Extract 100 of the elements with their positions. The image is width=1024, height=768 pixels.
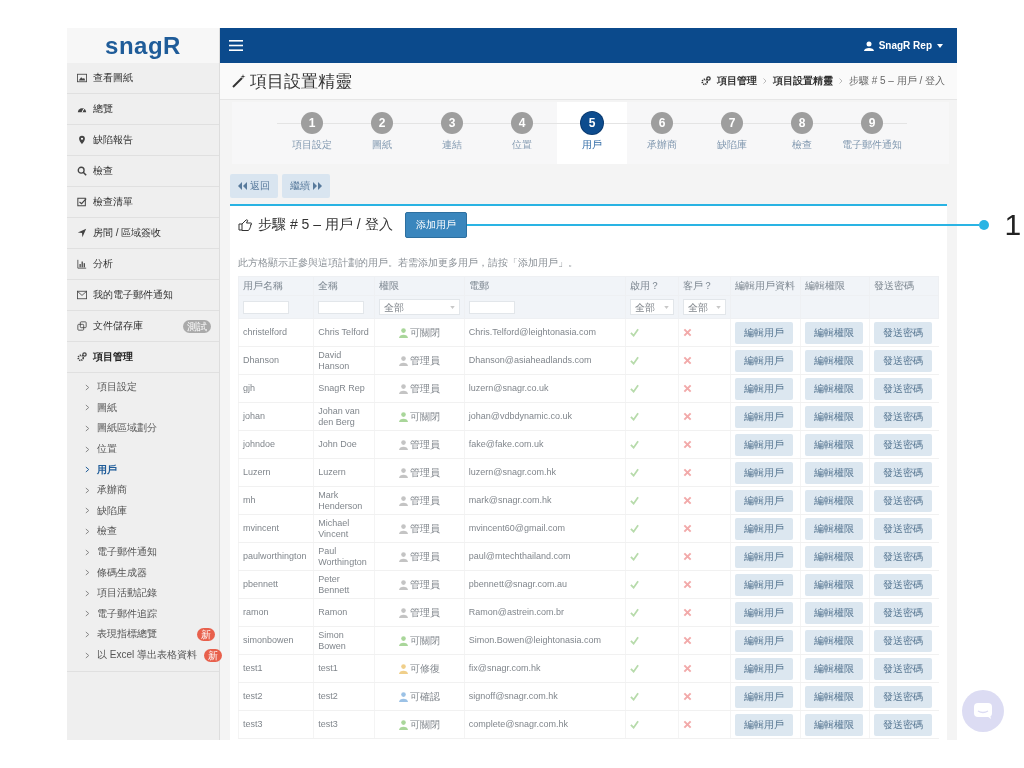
filter-dropdown[interactable]: 全部 <box>379 299 460 315</box>
back-button[interactable]: 返回 <box>230 174 278 198</box>
action-button[interactable]: 編輯權限 <box>804 713 863 736</box>
action-button[interactable]: 編輯權限 <box>804 321 863 344</box>
wizard-step[interactable]: 1 項目設定 <box>277 102 347 164</box>
action-button[interactable]: 編輯權限 <box>804 629 863 652</box>
action-button[interactable]: 編輯權限 <box>804 601 863 624</box>
action-button[interactable]: 編輯用戶 <box>735 461 794 484</box>
wizard-step[interactable]: 6 承辦商 <box>627 102 697 164</box>
action-button[interactable]: 發送密碼 <box>873 713 932 736</box>
action-button[interactable]: 發送密碼 <box>873 405 932 428</box>
sidebar-item[interactable]: 房間 / 區域簽收 <box>67 218 219 249</box>
action-button[interactable]: 編輯權限 <box>804 461 863 484</box>
action-button[interactable]: 發送密碼 <box>873 685 932 708</box>
menu-icon[interactable] <box>229 40 243 51</box>
action-button[interactable]: 編輯用戶 <box>735 573 794 596</box>
action-button[interactable]: 發送密碼 <box>873 517 932 540</box>
wizard-step[interactable]: 3 連結 <box>417 102 487 164</box>
table-cell: Peter Bennett <box>318 573 350 595</box>
action-button[interactable]: 編輯用戶 <box>735 657 794 680</box>
sidebar-subitem[interactable]: 缺陷庫 <box>67 500 219 522</box>
sidebar-item[interactable]: 缺陷報告 <box>67 125 219 156</box>
sidebar-subitem[interactable]: 位置 <box>67 438 219 460</box>
action-button[interactable]: 編輯用戶 <box>735 433 794 456</box>
sidebar-item[interactable]: 檢查 <box>67 156 219 187</box>
sidebar-item[interactable]: 總覽 <box>67 94 219 125</box>
action-button[interactable]: 編輯用戶 <box>735 517 794 540</box>
wizard-step[interactable]: 8 檢查 <box>767 102 837 164</box>
action-button[interactable]: 編輯用戶 <box>735 545 794 568</box>
chevron-icon <box>85 569 90 577</box>
sidebar-item[interactable]: 分析 <box>67 249 219 280</box>
action-button[interactable]: 編輯用戶 <box>735 713 794 736</box>
wizard-step[interactable]: 5 用戶 <box>557 102 627 164</box>
sidebar-subitem[interactable]: 以 Excel 導出表格資料 新 <box>67 644 219 666</box>
sidebar-subitem[interactable]: 圖紙 <box>67 397 219 419</box>
action-button[interactable]: 編輯用戶 <box>735 377 794 400</box>
chat-icon[interactable] <box>962 690 1004 732</box>
sidebar-subitem[interactable]: 電子郵件通知 <box>67 541 219 563</box>
action-button[interactable]: 發送密碼 <box>873 377 932 400</box>
action-button[interactable]: 編輯權限 <box>804 573 863 596</box>
sidebar-subitem[interactable]: 圖紙區域劃分 <box>67 418 219 439</box>
action-button[interactable]: 編輯權限 <box>804 405 863 428</box>
sidebar-item[interactable]: 文件儲存庫 測試 <box>67 311 219 342</box>
action-button[interactable]: 發送密碼 <box>873 629 932 652</box>
action-button[interactable]: 編輯權限 <box>804 685 863 708</box>
breadcrumb-link[interactable]: 項目管理 <box>716 74 757 88</box>
location-arrow-icon <box>77 228 87 238</box>
sidebar-subitem[interactable]: 條碼生成器 <box>67 562 219 583</box>
sidebar-subitem[interactable]: 表現指標總覽 新 <box>67 624 219 645</box>
sidebar-subitem[interactable]: 用戶 <box>67 459 219 480</box>
action-button[interactable]: 編輯權限 <box>804 377 863 400</box>
role-label: 可關閉 <box>410 635 441 646</box>
sidebar-item[interactable]: 檢查清單 <box>67 187 219 218</box>
next-button[interactable]: 繼續 <box>282 174 330 198</box>
action-button[interactable]: 編輯權限 <box>804 545 863 568</box>
filter-field[interactable] <box>468 300 515 314</box>
sidebar-item[interactable]: 查看圖紙 <box>67 63 219 94</box>
sidebar-item[interactable]: 項目管理 <box>67 342 219 373</box>
wizard-step[interactable]: 4 位置 <box>487 102 557 164</box>
action-button[interactable]: 編輯用戶 <box>735 629 794 652</box>
action-button[interactable]: 編輯用戶 <box>735 601 794 624</box>
badge: 測試 <box>183 319 211 333</box>
sidebar-item[interactable]: 我的電子郵件通知 <box>67 280 219 311</box>
action-button[interactable]: 編輯用戶 <box>735 405 794 428</box>
action-button[interactable]: 發送密碼 <box>873 657 932 680</box>
action-button[interactable]: 發送密碼 <box>873 573 932 596</box>
sidebar-subitem[interactable]: 檢查 <box>67 521 219 542</box>
sidebar-subitem[interactable]: 項目活動記錄 <box>67 582 219 604</box>
table-cell: Simon Bowen <box>318 629 346 651</box>
action-button[interactable]: 編輯權限 <box>804 349 863 372</box>
filter-field[interactable] <box>318 300 365 314</box>
user-menu[interactable]: SnagR Rep <box>863 40 943 51</box>
action-button[interactable]: 發送密碼 <box>873 545 932 568</box>
sidebar-subitem[interactable]: 電子郵件追踪 <box>67 603 219 625</box>
sidebar-subitem[interactable]: 承辦商 <box>67 479 219 501</box>
action-button[interactable]: 編輯用戶 <box>735 349 794 372</box>
action-button[interactable]: 發送密碼 <box>873 321 932 344</box>
filter-dropdown[interactable]: 全部 <box>682 299 727 315</box>
add-user-button[interactable]: 添加用戶 <box>404 212 467 238</box>
wizard-step[interactable]: 9 電子郵件通知 <box>837 102 907 164</box>
wizard-step[interactable]: 2 圖紙 <box>347 102 417 164</box>
wizard-step[interactable]: 7 缺陷庫 <box>697 102 767 164</box>
action-button[interactable]: 編輯用戶 <box>735 489 794 512</box>
action-button[interactable]: 編輯權限 <box>804 517 863 540</box>
action-button[interactable]: 發送密碼 <box>873 601 932 624</box>
action-button[interactable]: 發送密碼 <box>873 461 932 484</box>
table-cell: fake@fake.com.uk <box>468 439 544 449</box>
action-button[interactable]: 編輯用戶 <box>735 321 794 344</box>
breadcrumb-link[interactable]: 項目設置精靈 <box>772 74 833 88</box>
filter-dropdown[interactable]: 全部 <box>629 299 674 315</box>
action-button[interactable]: 發送密碼 <box>873 349 932 372</box>
sidebar-subitem[interactable]: 項目設定 <box>67 377 219 398</box>
action-button[interactable]: 編輯權限 <box>804 657 863 680</box>
filter-field[interactable] <box>243 300 289 314</box>
action-button[interactable]: 發送密碼 <box>873 433 932 456</box>
action-button[interactable]: 編輯用戶 <box>735 685 794 708</box>
action-button[interactable]: 編輯權限 <box>804 489 863 512</box>
action-button[interactable]: 編輯權限 <box>804 433 863 456</box>
action-button[interactable]: 發送密碼 <box>873 489 932 512</box>
table-cell: christelford <box>243 327 287 337</box>
